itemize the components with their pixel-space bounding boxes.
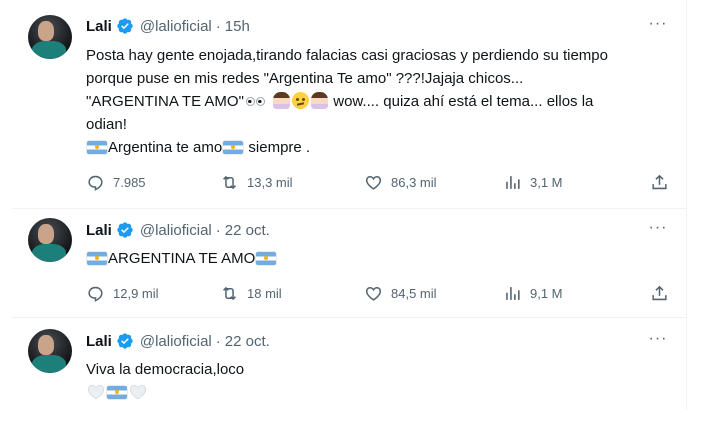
like-icon xyxy=(365,175,382,190)
reply-icon xyxy=(88,175,103,191)
separator-dot: · xyxy=(215,17,221,35)
tweet-text: Posta hay gente enojada,tirando falacias… xyxy=(86,44,672,159)
more-icon[interactable]: ··· xyxy=(648,331,668,353)
reply-button[interactable]: 12,9 mil xyxy=(86,283,159,303)
author-name[interactable]: Lali xyxy=(86,222,112,239)
avatar[interactable] xyxy=(28,218,72,262)
argentina-flag-emoji-icon xyxy=(87,252,107,265)
tweet-header: Lali @lalioficial · 22 oct. xyxy=(86,220,270,240)
view-count: 9,1 M xyxy=(530,285,563,301)
tweet-emoji-line xyxy=(86,381,672,404)
views-button[interactable]: 9,1 M xyxy=(503,283,563,303)
tweet[interactable]: Lali @lalioficial · 22 oct. ··· Viva la … xyxy=(12,318,686,410)
views-button[interactable]: 3,1 M xyxy=(503,172,563,192)
tweet-actions: 12,9 mil 18 mil 84,5 mil 9,1 M xyxy=(86,283,676,303)
retweet-count: 18 mil xyxy=(247,285,282,301)
tweet-header: Lali @lalioficial · 22 oct. xyxy=(86,331,270,351)
tweet[interactable]: Lali @lalioficial · 15h ··· Posta hay ge… xyxy=(12,0,686,209)
tweet-text: Viva la democracia,loco xyxy=(86,358,672,404)
share-icon xyxy=(652,285,667,300)
reply-button[interactable]: 7.985 xyxy=(86,172,146,192)
views-icon xyxy=(506,286,520,300)
more-icon[interactable]: ··· xyxy=(648,220,668,242)
tweet-text-line: Posta hay gente enojada,tirando falacias… xyxy=(86,47,608,64)
white-heart-emoji-icon xyxy=(129,384,147,400)
avatar[interactable] xyxy=(28,329,72,373)
timestamp[interactable]: 22 oct. xyxy=(225,333,270,350)
tweet-text: ARGENTINA TE AMO xyxy=(86,247,672,270)
reply-count: 7.985 xyxy=(113,174,146,190)
timestamp[interactable]: 22 oct. xyxy=(225,222,270,239)
tweet-text-line: odian! xyxy=(86,116,127,133)
author-handle[interactable]: @lalioficial xyxy=(140,222,212,239)
retweet-button[interactable]: 18 mil xyxy=(220,283,282,303)
like-count: 86,3 mil xyxy=(391,174,437,190)
tweet-text-segment: "ARGENTINA TE AMO" xyxy=(86,93,244,110)
share-button[interactable] xyxy=(650,283,669,303)
more-icon[interactable]: ··· xyxy=(648,16,668,38)
reply-count: 12,9 mil xyxy=(113,285,159,301)
separator-dot: · xyxy=(215,221,221,239)
retweet-count: 13,3 mil xyxy=(247,174,293,190)
views-icon xyxy=(506,175,520,189)
argentina-flag-emoji-icon xyxy=(256,252,277,265)
verified-badge-icon xyxy=(117,222,133,238)
eyes-emoji-icon xyxy=(245,92,267,109)
author-name[interactable]: Lali xyxy=(86,18,112,35)
reply-icon xyxy=(88,286,103,302)
like-icon xyxy=(365,286,382,301)
tweet-text-line: Argentina te amo siempre . xyxy=(86,136,672,159)
share-button[interactable] xyxy=(650,172,669,192)
tweet-text-segment: siempre . xyxy=(244,139,311,156)
argentina-flag-emoji-icon xyxy=(223,141,244,154)
white-heart-emoji-icon xyxy=(87,384,105,400)
separator-dot: · xyxy=(215,332,221,350)
argentina-flag-emoji-icon xyxy=(87,141,107,154)
rolling-eyes-emoji-icon xyxy=(292,92,310,109)
tweet-text-segment: Argentina te amo xyxy=(108,139,223,156)
argentina-flag-emoji-icon xyxy=(107,386,127,399)
tweet-actions: 7.985 13,3 mil 86,3 mil 3,1 M xyxy=(86,172,676,192)
tweet-text-line: ARGENTINA TE AMO xyxy=(86,247,672,270)
timestamp[interactable]: 15h xyxy=(225,18,250,35)
author-handle[interactable]: @lalioficial xyxy=(140,18,212,35)
avatar[interactable] xyxy=(28,15,72,59)
verified-badge-icon xyxy=(117,333,133,349)
tweet-text-segment: wow.... quiza ahí está el tema... ellos … xyxy=(329,93,594,110)
tweet[interactable]: Lali @lalioficial · 22 oct. ··· ARGENTIN… xyxy=(12,209,686,318)
facepalm-emoji-icon xyxy=(311,92,329,109)
tweet-text-line: porque puse en mis redes "Argentina Te a… xyxy=(86,70,524,87)
retweet-button[interactable]: 13,3 mil xyxy=(220,172,293,192)
retweet-icon xyxy=(223,286,236,300)
verified-badge-icon xyxy=(117,18,133,34)
like-button[interactable]: 84,5 mil xyxy=(364,283,437,303)
tweet-text-line: Viva la democracia,loco xyxy=(86,361,245,378)
tweet-text-segment: ARGENTINA TE AMO xyxy=(108,250,256,267)
view-count: 3,1 M xyxy=(530,174,563,190)
tweet-header: Lali @lalioficial · 15h xyxy=(86,16,250,36)
share-icon xyxy=(652,174,667,189)
timeline: Lali @lalioficial · 15h ··· Posta hay ge… xyxy=(12,0,687,410)
author-name[interactable]: Lali xyxy=(86,333,112,350)
tweet-text-line: "ARGENTINA TE AMO" wow.... quiza ahí est… xyxy=(86,90,672,113)
like-count: 84,5 mil xyxy=(391,285,437,301)
like-button[interactable]: 86,3 mil xyxy=(364,172,437,192)
author-handle[interactable]: @lalioficial xyxy=(140,333,212,350)
facepalm-emoji-icon xyxy=(273,92,291,109)
retweet-icon xyxy=(223,175,236,189)
